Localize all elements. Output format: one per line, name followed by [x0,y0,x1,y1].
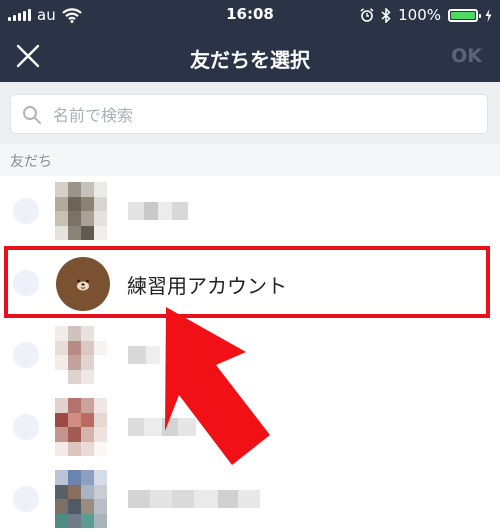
battery-icon [448,8,481,22]
search-input[interactable] [51,95,475,135]
friend-row-practice-account[interactable]: 練習用アカウント [0,250,500,315]
friend-row[interactable] [0,394,500,459]
section-header: 友だち [0,144,500,176]
status-right: 100% [360,6,492,24]
select-radio[interactable] [13,414,39,440]
bear-avatar [56,257,110,311]
friend-row[interactable] [0,322,500,387]
avatar [55,398,107,456]
battery-level [451,11,475,19]
search-box[interactable] [10,94,488,135]
friend-name: 練習用アカウント [127,274,287,298]
select-radio[interactable] [13,198,39,224]
friend-name [128,202,188,222]
avatar [55,470,107,528]
bluetooth-icon [381,7,391,23]
search-area [0,82,500,144]
friend-row[interactable] [0,178,500,243]
select-radio[interactable] [13,486,39,512]
battery-percent: 100% [398,6,441,24]
status-bar: au 16:08 100% [0,0,500,30]
friend-row[interactable] [0,466,500,531]
nav-bar: 友だちを選択 OK [0,30,500,82]
alarm-icon [360,8,374,22]
avatar [55,326,107,384]
page-title: 友だちを選択 [190,48,310,72]
select-radio[interactable] [13,342,39,368]
avatar [55,182,107,240]
search-icon [23,106,41,124]
friend-name [128,418,196,438]
section-label: 友だち [10,154,52,170]
charging-icon [485,8,492,22]
friend-name [128,490,260,510]
friend-name [128,346,160,366]
bear-face-icon [77,279,89,291]
ok-button[interactable]: OK [451,45,482,67]
select-radio[interactable] [13,270,39,296]
